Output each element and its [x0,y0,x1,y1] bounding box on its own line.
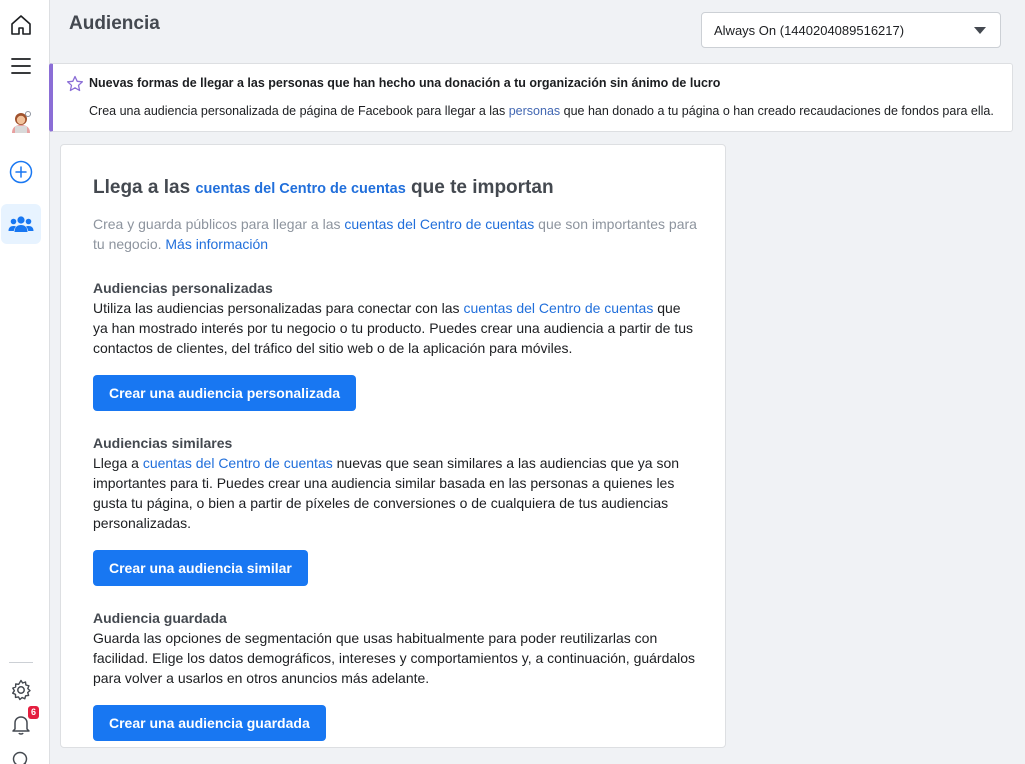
page-title: Audiencia [69,13,160,34]
card-intro: Crea y guarda públicos para llegar a las… [93,214,697,254]
home-icon[interactable] [1,5,41,45]
account-selector-value: Always On (1440204089516217) [714,22,905,38]
heading-accounts-link[interactable]: cuentas del Centro de cuentas [195,181,405,197]
card-heading: Llega a las cuentas del Centro de cuenta… [93,175,697,202]
create-icon[interactable] [1,152,41,192]
chevron-down-icon [974,27,986,34]
star-icon [66,75,84,98]
saved-audience-section: Audiencia guardada Guarda las opciones d… [93,608,697,741]
section-description: Guarda las opciones de segmentación que … [93,630,696,686]
custom-audiences-section: Audiencias personalizadas Utiliza las au… [93,278,697,411]
profile-avatar[interactable] [1,102,41,142]
lookalike-audiences-section: Audiencias similares Llega a cuentas del… [93,433,697,586]
learn-more-link[interactable]: Más información [165,236,268,252]
section-text-start: Llega a [93,455,143,471]
audiences-icon[interactable] [1,204,41,244]
banner-text-start: Crea una audiencia personalizada de pági… [89,104,509,118]
info-banner: Nuevas formas de llegar a las personas q… [49,63,1013,132]
search-icon[interactable] [1,740,41,764]
account-selector[interactable]: Always On (1440204089516217) [701,12,1001,48]
audiences-card: Llega a las cuentas del Centro de cuenta… [60,144,726,748]
create-lookalike-audience-button[interactable]: Crear una audiencia similar [93,550,308,586]
heading-start: Llega a las [93,177,196,198]
section-description: Llega a cuentas del Centro de cuentas nu… [93,453,697,533]
section-title: Audiencias personalizadas [93,280,273,296]
intro-accounts-link[interactable]: cuentas del Centro de cuentas [344,216,534,232]
intro-start: Crea y guarda públicos para llegar a las [93,216,345,232]
section-text-start: Utiliza las audiencias personalizadas pa… [93,300,464,316]
notification-badge: 6 [28,706,39,719]
banner-text: Crea una audiencia personalizada de pági… [89,104,994,118]
section-title: Audiencias similares [93,435,233,451]
menu-icon[interactable] [1,46,41,86]
banner-title: Nuevas formas de llegar a las personas q… [89,76,721,90]
section-title: Audiencia guardada [93,610,227,626]
create-saved-audience-button[interactable]: Crear una audiencia guardada [93,705,326,741]
section-description: Utiliza las audiencias personalizadas pa… [93,298,697,358]
create-custom-audience-button[interactable]: Crear una audiencia personalizada [93,375,357,411]
lookalike-accounts-link[interactable]: cuentas del Centro de cuentas [143,455,333,471]
banner-text-end: que han donado a tu página o han creado … [560,104,994,118]
notifications-icon[interactable]: 6 [1,705,41,745]
banner-people-link[interactable]: personas [509,104,560,118]
heading-end: que te importan [405,177,554,198]
left-sidebar: 6 [0,0,50,764]
sidebar-divider [9,662,33,663]
settings-icon[interactable] [1,670,41,710]
custom-accounts-link[interactable]: cuentas del Centro de cuentas [463,300,653,316]
